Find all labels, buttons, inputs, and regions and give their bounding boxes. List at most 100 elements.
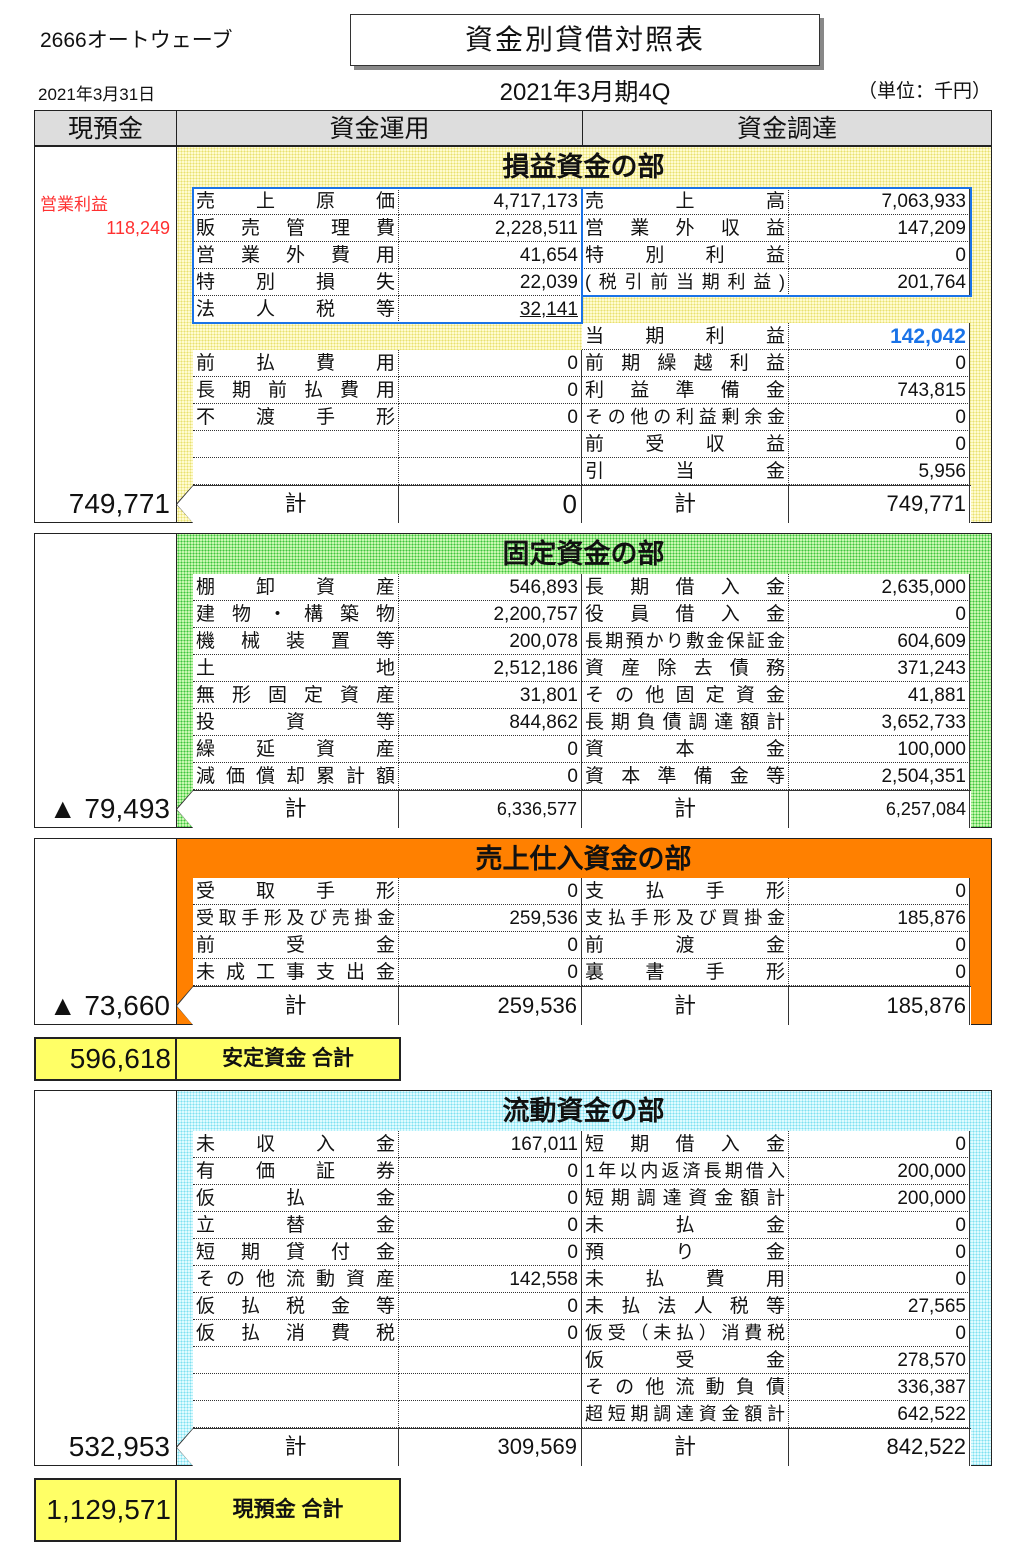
row-label: 前払費用 xyxy=(193,350,399,377)
unit-label: （単位：千円） xyxy=(858,81,992,102)
row-label: 仮払税金等 xyxy=(193,1293,399,1320)
row-label: 長期前払費用 xyxy=(193,377,399,404)
row-value: 0 xyxy=(399,959,582,986)
column-header-source: 資金調達 xyxy=(582,110,992,146)
row-label: 繰延資産 xyxy=(193,736,399,763)
row-value: 0 xyxy=(399,377,582,404)
row-label xyxy=(193,1374,399,1401)
row-value: 0 xyxy=(399,1239,582,1266)
row-label xyxy=(193,431,399,458)
row-label xyxy=(193,1401,399,1428)
cash-amount: ▲ 79,493 xyxy=(48,793,170,824)
row-value: 371,243 xyxy=(789,655,970,682)
row-label: 短期貸付金 xyxy=(193,1239,399,1266)
cash-amount: 749,771 xyxy=(68,488,170,519)
row-label: 建物・構築物 xyxy=(193,601,399,628)
row-value: 0 xyxy=(789,932,970,959)
row-label: 未払金 xyxy=(582,1212,789,1239)
row-value: 142,042 xyxy=(789,323,970,350)
page-title: 資金別貸借対照表 xyxy=(350,14,820,66)
cash-total-label: 現預金 合計 xyxy=(175,1478,401,1542)
cash-amount: ▲ 73,660 xyxy=(48,990,170,1021)
row-value: 0 xyxy=(789,404,970,431)
total-label-right: 計 xyxy=(582,986,789,1025)
row-value: 0 xyxy=(789,431,970,458)
row-label: 裏書手形 xyxy=(582,959,789,986)
row-label: 未払法人税等 xyxy=(582,1293,789,1320)
row-label: 仮受（未払）消費税 xyxy=(582,1320,789,1347)
total-label-left: 計 xyxy=(193,986,399,1025)
row-label: 減価償却累計額 xyxy=(193,763,399,790)
row-value: 0 xyxy=(789,242,970,269)
row-value: 4,717,173 xyxy=(399,188,582,215)
row-value: 0 xyxy=(789,601,970,628)
row-value: 3,652,733 xyxy=(789,709,970,736)
total-label-right: 計 xyxy=(582,790,789,828)
row-label: 預り金 xyxy=(582,1239,789,1266)
row-value: 0 xyxy=(789,1212,970,1239)
cash-amount: 532,953 xyxy=(68,1431,170,1462)
operating-profit-value: 118,249 xyxy=(106,218,170,238)
total-value-right: 185,876 xyxy=(789,986,970,1025)
row-value: 0 xyxy=(789,1239,970,1266)
row-value: 22,039 xyxy=(399,269,582,296)
operating-profit-label: 営業利益 xyxy=(40,195,108,214)
row-value: 2,504,351 xyxy=(789,763,970,790)
row-label: 受取手形 xyxy=(193,878,399,905)
row-value: 5,956 xyxy=(789,458,970,485)
row-value: 0 xyxy=(399,932,582,959)
row-value: 41,654 xyxy=(399,242,582,269)
row-label: その他流動負債 xyxy=(582,1374,789,1401)
row-label: 投資等 xyxy=(193,709,399,736)
row-label: 長期負債調達額計 xyxy=(582,709,789,736)
cash-total-value: 1,129,571 xyxy=(34,1478,177,1542)
row-label: 長期預かり敷金保証金 xyxy=(582,628,789,655)
row-label: 無形固定資産 xyxy=(193,682,399,709)
row-value: 0 xyxy=(789,878,970,905)
total-value-left: 0 xyxy=(399,485,582,523)
row-label: 立替金 xyxy=(193,1212,399,1239)
row-value: 200,000 xyxy=(789,1185,970,1212)
row-value xyxy=(399,431,582,458)
row-value: 2,635,000 xyxy=(789,574,970,601)
row-value: 0 xyxy=(399,1158,582,1185)
row-label: 未収入金 xyxy=(193,1131,399,1158)
row-value: 100,000 xyxy=(789,736,970,763)
row-value xyxy=(399,1401,582,1428)
total-label-left: 計 xyxy=(193,1428,399,1466)
total-label-left: 計 xyxy=(193,485,399,523)
company-name: 2666オートウェーブ xyxy=(40,29,233,52)
row-label: 支払手形及び買掛金 xyxy=(582,905,789,932)
row-label: 資産除去債務 xyxy=(582,655,789,682)
row-label: 役員借入金 xyxy=(582,601,789,628)
row-value: 0 xyxy=(399,1320,582,1347)
total-value-right: 6,257,084 xyxy=(789,790,970,828)
row-label: 資本金 xyxy=(582,736,789,763)
row-value: 0 xyxy=(789,1266,970,1293)
row-value: 32,141 xyxy=(399,296,582,323)
row-label: 未払費用 xyxy=(582,1266,789,1293)
row-label: 土地 xyxy=(193,655,399,682)
total-value-left: 259,536 xyxy=(399,986,582,1025)
section-title: 損益資金の部 xyxy=(502,152,665,182)
row-value: 31,801 xyxy=(399,682,582,709)
row-value: 0 xyxy=(399,878,582,905)
row-value: 200,078 xyxy=(399,628,582,655)
period: 2021年3月期4Q xyxy=(499,79,671,106)
row-label: 超短期調達資金額計 xyxy=(582,1401,789,1428)
row-value: 7,063,933 xyxy=(789,188,970,215)
row-value: 0 xyxy=(399,404,582,431)
row-label: 引当金 xyxy=(582,458,789,485)
row-label: 長期借入金 xyxy=(582,574,789,601)
row-value: 41,881 xyxy=(789,682,970,709)
cash-cell xyxy=(34,533,177,828)
row-label: 仮受金 xyxy=(582,1347,789,1374)
row-label xyxy=(193,458,399,485)
row-value: 0 xyxy=(399,763,582,790)
row-value: 27,565 xyxy=(789,1293,970,1320)
row-label: 短期調達資金額計 xyxy=(582,1185,789,1212)
row-value: 0 xyxy=(399,736,582,763)
row-label: 営業外費用 xyxy=(193,242,399,269)
row-label: 前受収益 xyxy=(582,431,789,458)
row-label: 前渡金 xyxy=(582,932,789,959)
